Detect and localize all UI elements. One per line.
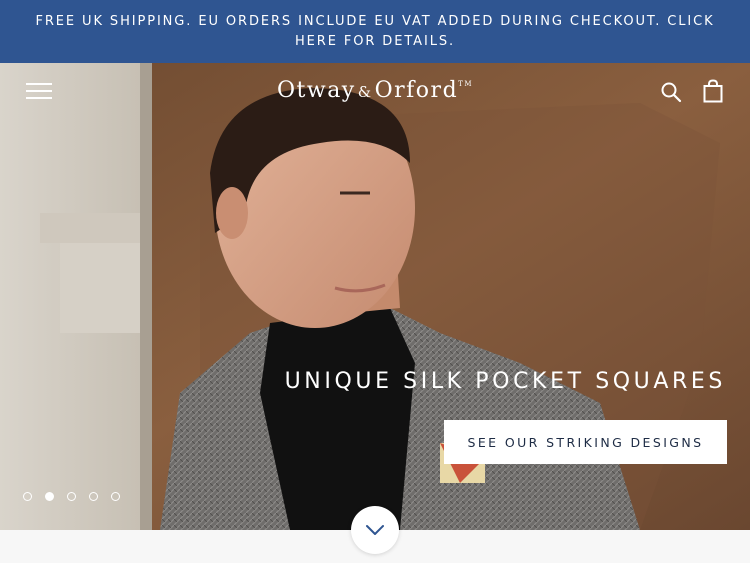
hamburger-icon-svg bbox=[26, 83, 52, 99]
logo-word-orford: Orford bbox=[374, 78, 459, 103]
logo-ampersand: & bbox=[357, 83, 373, 101]
site-logo[interactable]: Otway &OrfordTM bbox=[200, 78, 550, 103]
slide-dot-3[interactable] bbox=[67, 492, 76, 501]
see-designs-button[interactable]: See our striking designs bbox=[444, 420, 727, 464]
slide-dot-4[interactable] bbox=[89, 492, 98, 501]
shopping-bag-icon[interactable] bbox=[699, 77, 727, 105]
logo-word-otway: Otway bbox=[276, 78, 356, 103]
shopping-bag-icon-svg bbox=[703, 79, 723, 103]
slide-dot-2[interactable] bbox=[45, 492, 54, 501]
chevron-down-icon bbox=[366, 525, 384, 535]
search-icon[interactable] bbox=[658, 79, 684, 105]
scroll-down-button[interactable] bbox=[351, 506, 399, 554]
slide-pagination bbox=[23, 492, 120, 501]
logo-trademark: TM bbox=[458, 80, 473, 88]
search-icon-svg bbox=[661, 82, 682, 103]
slide-dot-1[interactable] bbox=[23, 492, 32, 501]
hamburger-icon[interactable] bbox=[25, 80, 53, 102]
announcement-bar[interactable]: Free UK shipping. EU orders include EU V… bbox=[0, 0, 750, 63]
announcement-text[interactable]: Free UK shipping. EU orders include EU V… bbox=[15, 12, 735, 52]
hero-headline: Unique silk pocket squares bbox=[284, 369, 726, 394]
slide-dot-5[interactable] bbox=[111, 492, 120, 501]
